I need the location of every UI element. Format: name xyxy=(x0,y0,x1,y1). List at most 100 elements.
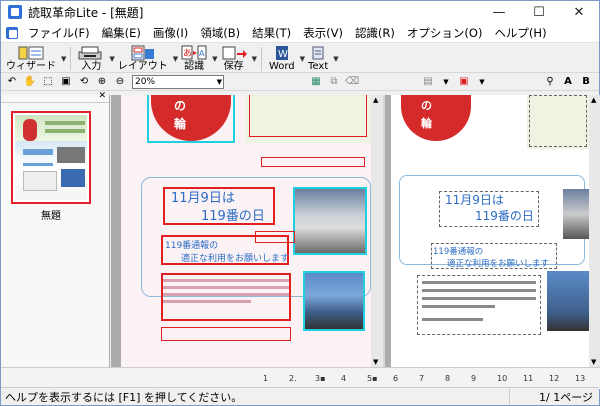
close-button[interactable]: ✕ xyxy=(559,1,599,23)
menu-recognize[interactable]: 認識(R) xyxy=(349,23,401,43)
save-dropdown[interactable]: ▼ xyxy=(252,55,257,63)
thumbnail-pane: ✕ 無題 xyxy=(1,91,110,367)
region-add-icon[interactable]: ⧉ xyxy=(327,75,341,89)
menu-region[interactable]: 領域(B) xyxy=(194,23,246,43)
layout-button[interactable]: レイアウト xyxy=(115,45,171,73)
result-body-frame xyxy=(417,275,541,335)
page-tab[interactable]: 1 xyxy=(261,374,287,383)
result-photo-2 xyxy=(547,271,589,331)
wizard-dropdown[interactable]: ▼ xyxy=(61,55,66,63)
page-tab[interactable]: 12 xyxy=(547,374,573,383)
subheading-line-2: 適正な利用をお願いします xyxy=(181,254,290,264)
thumbnail-pane-header: ✕ xyxy=(1,91,109,103)
region-select-icon[interactable]: ▣ xyxy=(59,75,73,89)
result-text-frame xyxy=(529,95,587,147)
scanned-page: の 輪 11月9日は 119番の日 119番通報の 適正な利用をお願いします xyxy=(121,95,371,367)
color-dropdown-icon[interactable]: ▼ xyxy=(475,75,489,89)
page-tab[interactable]: 7 xyxy=(417,374,443,383)
minimize-button[interactable]: — xyxy=(479,1,519,23)
text-region-box[interactable] xyxy=(249,95,367,137)
result-view-pane[interactable]: の 輪 11月9日は 119番の日 119番通報の 適正な利用をお願いします xyxy=(385,95,600,367)
page-tab[interactable]: 4 xyxy=(339,374,365,383)
menu-view[interactable]: 表示(V) xyxy=(297,23,349,43)
input-button[interactable]: 入力 xyxy=(75,45,107,73)
wizard-icon xyxy=(18,45,44,61)
photo-region-box[interactable] xyxy=(303,271,365,331)
page-tab[interactable]: 11 xyxy=(521,374,547,383)
right-vertical-scrollbar[interactable] xyxy=(589,95,600,367)
bold-icon[interactable]: B xyxy=(579,75,593,89)
text-region-box[interactable] xyxy=(255,231,295,243)
page-tab[interactable]: 10 xyxy=(495,374,521,383)
word-button[interactable]: W Word xyxy=(266,45,298,73)
menu-help[interactable]: ヘルプ(H) xyxy=(488,23,552,43)
hand-tool-icon[interactable]: ✋ xyxy=(23,75,37,89)
heading-line-2: 119番の日 xyxy=(201,209,265,224)
menu-image[interactable]: 画像(I) xyxy=(147,23,194,43)
status-page-count: 1/ 1ページ xyxy=(509,388,599,405)
title-bar: 読取革命Lite - [無題] — ☐ ✕ xyxy=(1,1,599,23)
app-window: 読取革命Lite - [無題] — ☐ ✕ ファイル(F) 編集(E) 画像(I… xyxy=(0,0,600,406)
text-button[interactable]: Text xyxy=(305,45,331,73)
save-icon xyxy=(221,45,247,61)
table-icon[interactable]: ▦ xyxy=(309,75,323,89)
undo-icon[interactable]: ↶ xyxy=(5,75,19,89)
toolbar-separator xyxy=(70,47,72,71)
save-label: 保存 xyxy=(223,61,244,72)
save-button[interactable]: 保存 xyxy=(218,45,250,73)
result-lantern-text-2: 輪 xyxy=(421,117,432,130)
color-doc-icon[interactable]: ▣ xyxy=(457,75,471,89)
menu-edit[interactable]: 編集(E) xyxy=(96,23,147,43)
menu-result[interactable]: 結果(T) xyxy=(246,23,297,43)
page-tab[interactable]: 6 xyxy=(391,374,417,383)
word-icon: W xyxy=(274,45,290,61)
body-region-box[interactable] xyxy=(161,273,291,321)
left-vertical-scrollbar[interactable] xyxy=(371,95,383,367)
maximize-button[interactable]: ☐ xyxy=(519,1,559,23)
footer-region-box[interactable] xyxy=(161,327,291,341)
zoom-out-icon[interactable]: ⊖ xyxy=(113,75,127,89)
window-title: 読取革命Lite - [無題] xyxy=(28,5,144,20)
menu-bar: ファイル(F) 編集(E) 画像(I) 領域(B) 結果(T) 表示(V) 認識… xyxy=(1,23,599,43)
result-heading-line-2: 119番の日 xyxy=(475,209,534,223)
input-label: 入力 xyxy=(81,61,102,72)
text-dropdown[interactable]: ▼ xyxy=(333,55,338,63)
toolbar-separator xyxy=(260,47,262,71)
wizard-button[interactable]: ウィザード xyxy=(3,45,59,73)
page-dropdown-icon[interactable]: ▼ xyxy=(439,75,453,89)
menu-options[interactable]: オプション(O) xyxy=(401,23,489,43)
font-icon[interactable]: A xyxy=(561,75,575,89)
rotate-icon[interactable]: ⟲ xyxy=(77,75,91,89)
page-tab[interactable]: 2. xyxy=(287,374,313,383)
result-heading-line-1: 11月9日は xyxy=(445,193,504,207)
page-tab[interactable]: 5▪ xyxy=(365,374,391,383)
page-tab[interactable]: 8 xyxy=(443,374,469,383)
select-tool-icon[interactable]: ⬚ xyxy=(41,75,55,89)
text-region-box[interactable] xyxy=(261,157,365,167)
page-tab[interactable]: 3▪ xyxy=(313,374,339,383)
doc-icon[interactable] xyxy=(6,26,18,39)
layout-icon xyxy=(130,45,156,61)
heading-line-1: 11月9日は xyxy=(171,191,235,206)
wizard-label: ウィザード xyxy=(6,61,56,72)
result-subheading-line-1: 119番通報の xyxy=(433,247,484,257)
page-tab-strip: 1 2. 3▪ 4 5▪ 6 7 8 9 10 11 12 13 xyxy=(261,367,600,389)
result-photo xyxy=(563,189,589,239)
menu-file[interactable]: ファイル(F) xyxy=(22,23,96,43)
zoom-select[interactable]: 20% xyxy=(132,74,224,89)
zoom-in-icon[interactable]: ⊕ xyxy=(95,75,109,89)
page-tab[interactable]: 13 xyxy=(573,374,599,383)
scanner-icon xyxy=(78,45,104,61)
page-view-icon[interactable]: ▤ xyxy=(421,75,435,89)
photo-region-box[interactable] xyxy=(293,187,367,255)
image-view-pane[interactable]: の 輪 11月9日は 119番の日 119番通報の 適正な利用をお願いします xyxy=(111,95,383,367)
page-thumbnail[interactable] xyxy=(11,111,91,204)
recognize-button[interactable]: あA 認識 xyxy=(178,45,210,73)
status-bar: ヘルプを表示するには [F1] を押してください。 1/ 1ページ xyxy=(1,387,599,405)
close-icon[interactable]: ✕ xyxy=(98,91,106,101)
region-delete-icon[interactable]: ⌫ xyxy=(345,75,359,89)
text-file-icon xyxy=(310,45,326,61)
page-tab[interactable]: 9 xyxy=(469,374,495,383)
image-region-box[interactable] xyxy=(147,95,235,143)
binoculars-icon[interactable]: ⚲ xyxy=(543,75,557,89)
